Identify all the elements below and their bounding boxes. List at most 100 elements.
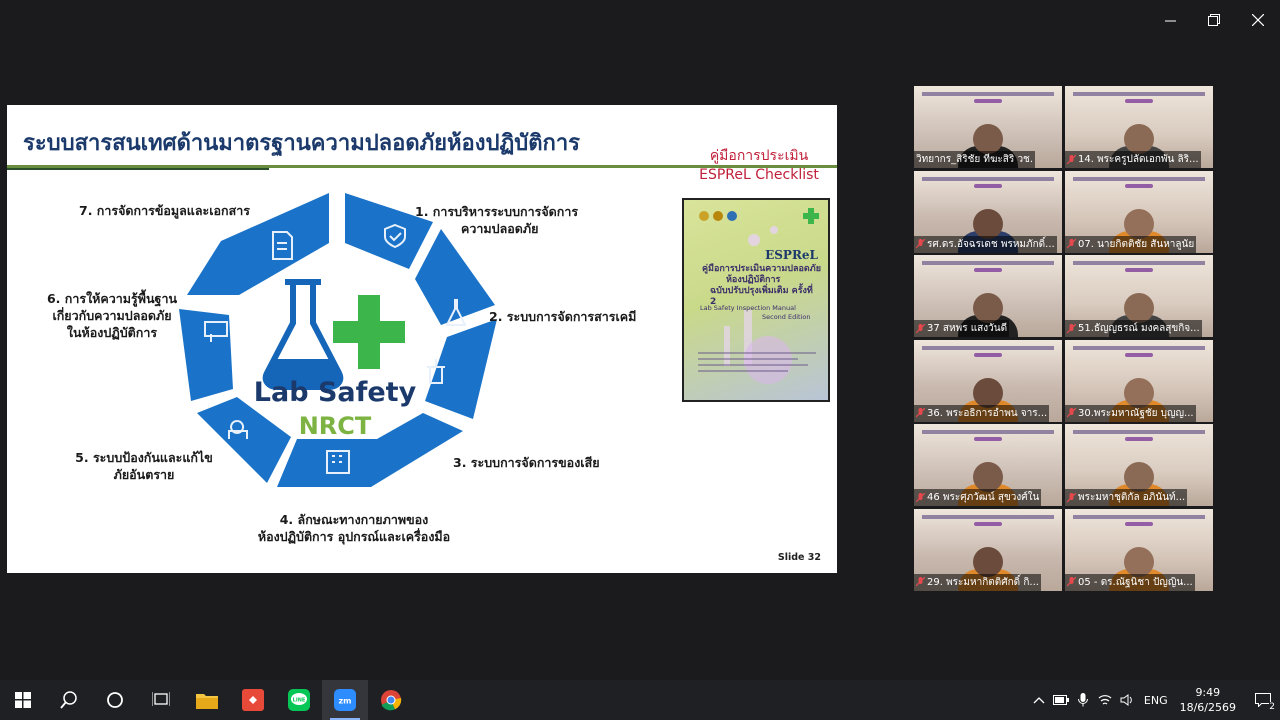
participant-tile[interactable]: 07. นายกิตติชัย สันหาลูนัย	[1065, 170, 1213, 253]
muted-mic-icon	[1067, 492, 1076, 502]
participant-tile[interactable]: พระมหาชุติกัล อภินันท์...	[1065, 424, 1213, 506]
participant-tile[interactable]: 36. พระอธิการอำพน จาร...	[914, 339, 1062, 422]
participant-video	[973, 293, 1003, 323]
participant-name: พระมหาชุติกัล อภินันท์...	[1065, 489, 1188, 506]
task-view-button[interactable]	[138, 680, 184, 720]
windows-start-icon	[15, 692, 31, 708]
notification-count: 2	[1269, 702, 1275, 712]
minimize-button[interactable]	[1148, 0, 1192, 40]
clock[interactable]: 9:49 18/6/2569	[1180, 685, 1236, 715]
participant-video	[1124, 377, 1154, 408]
chevron-up-icon	[1033, 697, 1045, 704]
system-tray: ENG 9:49 18/6/2569 2	[1028, 680, 1280, 720]
chrome-icon	[381, 690, 402, 711]
wifi-icon	[1098, 695, 1112, 705]
participant-name: 07. นายกิตติชัย สันหาลูนัย	[1065, 235, 1197, 253]
participant-video	[1124, 462, 1154, 492]
participant-tile[interactable]: 29. พระมหากิตติศักดิ์ กิ...	[914, 508, 1062, 591]
microphone-icon	[1077, 693, 1088, 707]
line-icon: LINE	[288, 689, 310, 711]
item-5: 5. ระบบป้องกันและแก้ไข ภัยอันตราย	[75, 450, 213, 482]
participant-tile[interactable]: 46 พระศุภวัฒน์ สุขวงศ์ใน	[914, 424, 1062, 506]
taskbar: LINE zm ENG 9:49 18/6/2569 2	[0, 680, 1280, 720]
participant-name: 14. พระครูปลัดเอกพัน ลิริ...	[1065, 151, 1201, 168]
muted-mic-icon	[1067, 323, 1076, 333]
muted-mic-icon	[916, 492, 925, 502]
participant-tile[interactable]: 05 - ดร.ณัฐนิชา ปัญญิน...	[1065, 508, 1213, 591]
battery-button[interactable]	[1050, 680, 1072, 720]
svg-text:LINE: LINE	[293, 698, 306, 704]
item-3: 3. ระบบการจัดการของเสีย	[453, 455, 600, 470]
close-button[interactable]	[1236, 0, 1280, 40]
task-view-icon	[152, 692, 170, 706]
slide-number: Slide 32	[777, 552, 821, 563]
logo-text-nrct: NRCT	[298, 412, 372, 440]
search-button[interactable]	[46, 680, 92, 720]
book-title: คู่มือการประเมินความปลอดภัย ห้องปฏิบัติก…	[702, 264, 821, 307]
cortana-icon	[107, 692, 123, 708]
participant-tile[interactable]: รศ.ดร.อัจฉรเดช พรหมภักดิ์...	[914, 170, 1062, 253]
restore-icon	[1208, 14, 1220, 26]
participant-tile[interactable]: 14. พระครูปลัดเอกพัน ลิริ...	[1065, 86, 1213, 168]
shared-slide: ระบบสารสนเทศด้านมาตรฐานความปลอดภัยห้องปฏ…	[7, 105, 837, 573]
clock-time: 9:49	[1195, 686, 1221, 699]
participant-video	[1124, 293, 1154, 323]
muted-mic-icon	[916, 323, 925, 333]
manual-book-cover: ESPReL คู่มือการประเมินความปลอดภัย ห้องป…	[682, 198, 830, 402]
notifications-button[interactable]: 2	[1246, 680, 1280, 720]
participant-name: 30.พระมหาณัฐชัย บุญญ...	[1065, 404, 1196, 422]
title-underline-accent	[7, 168, 269, 170]
zoom-button[interactable]: zm	[322, 680, 368, 720]
participant-tile[interactable]: 30.พระมหาณัฐชัย บุญญ...	[1065, 339, 1213, 422]
start-button[interactable]	[0, 680, 46, 720]
participant-tile[interactable]: 37 สหพร แสงวันดี	[914, 255, 1062, 337]
close-icon	[1252, 14, 1264, 26]
participant-video	[973, 208, 1003, 239]
clock-date: 18/6/2569	[1179, 701, 1236, 714]
logo-text-lab-safety: Lab Safety	[253, 377, 417, 408]
participant-name: วิทยากร_สิริชัย ทีฆะสิริ วช.	[914, 151, 1036, 168]
muted-mic-icon	[1067, 239, 1076, 249]
participant-tile[interactable]: 51.ธัญญธรณ์ มงคลสุขกิจ...	[1065, 255, 1213, 337]
file-explorer-button[interactable]	[184, 680, 230, 720]
item-7: 7. การจัดการข้อมูลและเอกสาร	[79, 203, 250, 218]
minimize-icon	[1164, 20, 1176, 21]
participant-name: 29. พระมหากิตติศักดิ์ กิ...	[914, 573, 1041, 591]
book-brand: ESPReL	[765, 248, 818, 262]
participant-video	[1124, 208, 1154, 239]
book-en-title: Lab Safety Inspection Manual Second Edit…	[700, 304, 811, 321]
slide-title: ระบบสารสนเทศด้านมาตรฐานความปลอดภัยห้องปฏ…	[23, 131, 580, 156]
muted-mic-icon	[916, 577, 925, 587]
manual-caption: คู่มือการประเมิน ESPReL Checklist	[699, 148, 819, 183]
cortana-button[interactable]	[92, 680, 138, 720]
participant-tile[interactable]: วิทยากร_สิริชัย ทีฆะสิริ วช.	[914, 86, 1062, 168]
window-controls	[1148, 0, 1280, 40]
participant-video	[973, 124, 1003, 154]
muted-mic-icon	[916, 408, 925, 418]
participant-video	[973, 377, 1003, 408]
anydesk-button[interactable]	[230, 680, 276, 720]
item-2: 2. ระบบการจัดการสารเคมี	[489, 309, 637, 324]
restore-button[interactable]	[1192, 0, 1236, 40]
volume-button[interactable]	[1116, 680, 1138, 720]
item-1: 1. การบริหารระบบการจัดการ ความปลอดภัย	[415, 204, 579, 236]
zoom-icon: zm	[334, 689, 356, 711]
participant-video	[1124, 124, 1154, 154]
muted-mic-icon	[916, 239, 925, 249]
svg-text:zm: zm	[339, 697, 352, 706]
microphone-tray-button[interactable]	[1072, 680, 1094, 720]
line-button[interactable]: LINE	[276, 680, 322, 720]
participant-video	[1124, 546, 1154, 577]
file-explorer-icon	[196, 694, 218, 709]
participant-gallery: วิทยากร_สิริชัย ทีฆะสิริ วช. 14. พระครูปล…	[914, 86, 1214, 593]
participant-name: 51.ธัญญธรณ์ มงคลสุขกิจ...	[1065, 320, 1202, 337]
language-indicator[interactable]: ENG	[1144, 694, 1168, 707]
wifi-button[interactable]	[1094, 680, 1116, 720]
battery-icon	[1052, 695, 1069, 705]
participant-name: 36. พระอธิการอำพน จาร...	[914, 404, 1050, 422]
chrome-button[interactable]	[368, 680, 414, 720]
tray-expand-button[interactable]	[1028, 680, 1050, 720]
participant-name: 37 สหพร แสงวันดี	[914, 320, 1010, 337]
participant-name: รศ.ดร.อัจฉรเดช พรหมภักดิ์...	[914, 235, 1057, 253]
muted-mic-icon	[1067, 408, 1076, 418]
